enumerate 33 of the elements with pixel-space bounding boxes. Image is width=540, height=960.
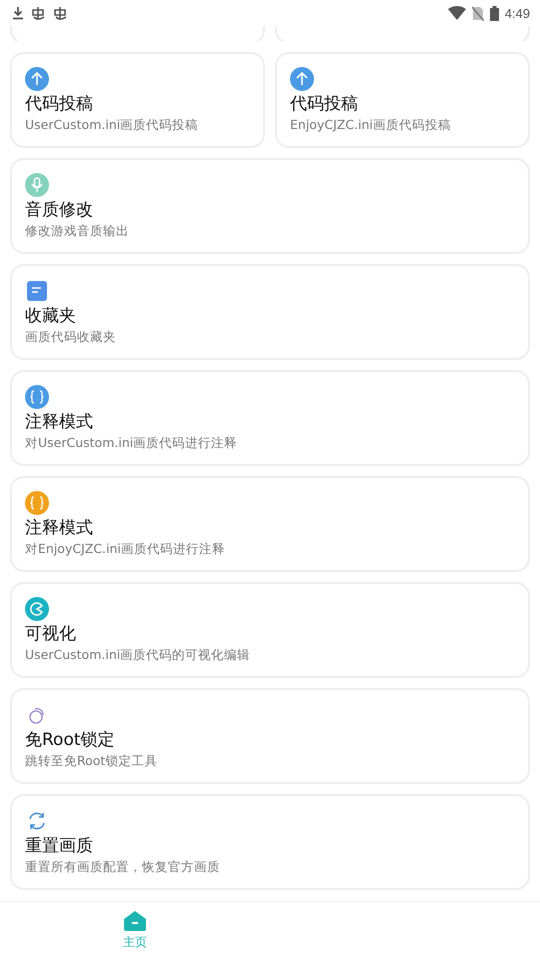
card-subtitle: 对EnjoyCJZC.ini画质代码进行注释: [25, 540, 225, 558]
feature-card[interactable]: 音质修改 修改游戏音质输出: [10, 158, 530, 254]
feature-card[interactable]: 可视化 UserCustom.ini画质代码的可视化编辑: [10, 582, 530, 678]
home-icon: [124, 911, 146, 931]
battery-icon: [490, 6, 499, 20]
feature-card[interactable]: 收藏夹 画质代码收藏夹: [10, 264, 530, 360]
card-subtitle: 画质代码收藏夹: [25, 328, 116, 346]
card-title: 可视化: [25, 623, 76, 646]
feature-card[interactable]: 代码投稿 EnjoyCJZC.ini画质代码投稿: [275, 52, 530, 148]
card-title: 注释模式: [25, 517, 93, 540]
card-title: 收藏夹: [25, 305, 76, 328]
card-subtitle: 修改游戏音质输出: [25, 222, 129, 240]
feature-card[interactable]: 注释模式 对EnjoyCJZC.ini画质代码进行注释: [10, 476, 530, 572]
card-subtitle: 跳转至免Root锁定工具: [25, 752, 158, 770]
card-title: 代码投稿: [290, 93, 358, 116]
card-subtitle: UserCustom.ini画质代码投稿: [25, 116, 198, 134]
card-title: 音质修改: [25, 199, 93, 222]
feature-card[interactable]: 注释模式 对UserCustom.ini画质代码进行注释: [10, 370, 530, 466]
status-time: 4:49: [504, 6, 530, 20]
card-title: 注释模式: [25, 411, 93, 434]
wifi-icon: [448, 6, 466, 20]
card-title: 代码投稿: [25, 93, 93, 116]
card-subtitle: 对UserCustom.ini画质代码进行注释: [25, 434, 238, 452]
card-subtitle: 重置所有画质配置，恢复官方画质: [25, 858, 220, 876]
card-title: 重置画质: [25, 835, 93, 858]
card-subtitle: UserCustom.ini画质代码的可视化编辑: [25, 646, 250, 664]
feature-card[interactable]: 免Root锁定 跳转至免Root锁定工具: [10, 688, 530, 784]
no-sim-icon: [472, 6, 484, 20]
download-icon: [12, 6, 24, 20]
feature-card[interactable]: 代码投稿 UserCustom.ini画质代码投稿: [10, 52, 265, 148]
card-title: 免Root锁定: [25, 729, 115, 752]
feature-card[interactable]: 重置画质 重置所有画质配置，恢复官方画质: [10, 794, 530, 890]
card-subtitle: EnjoyCJZC.ini画质代码投稿: [290, 116, 451, 134]
